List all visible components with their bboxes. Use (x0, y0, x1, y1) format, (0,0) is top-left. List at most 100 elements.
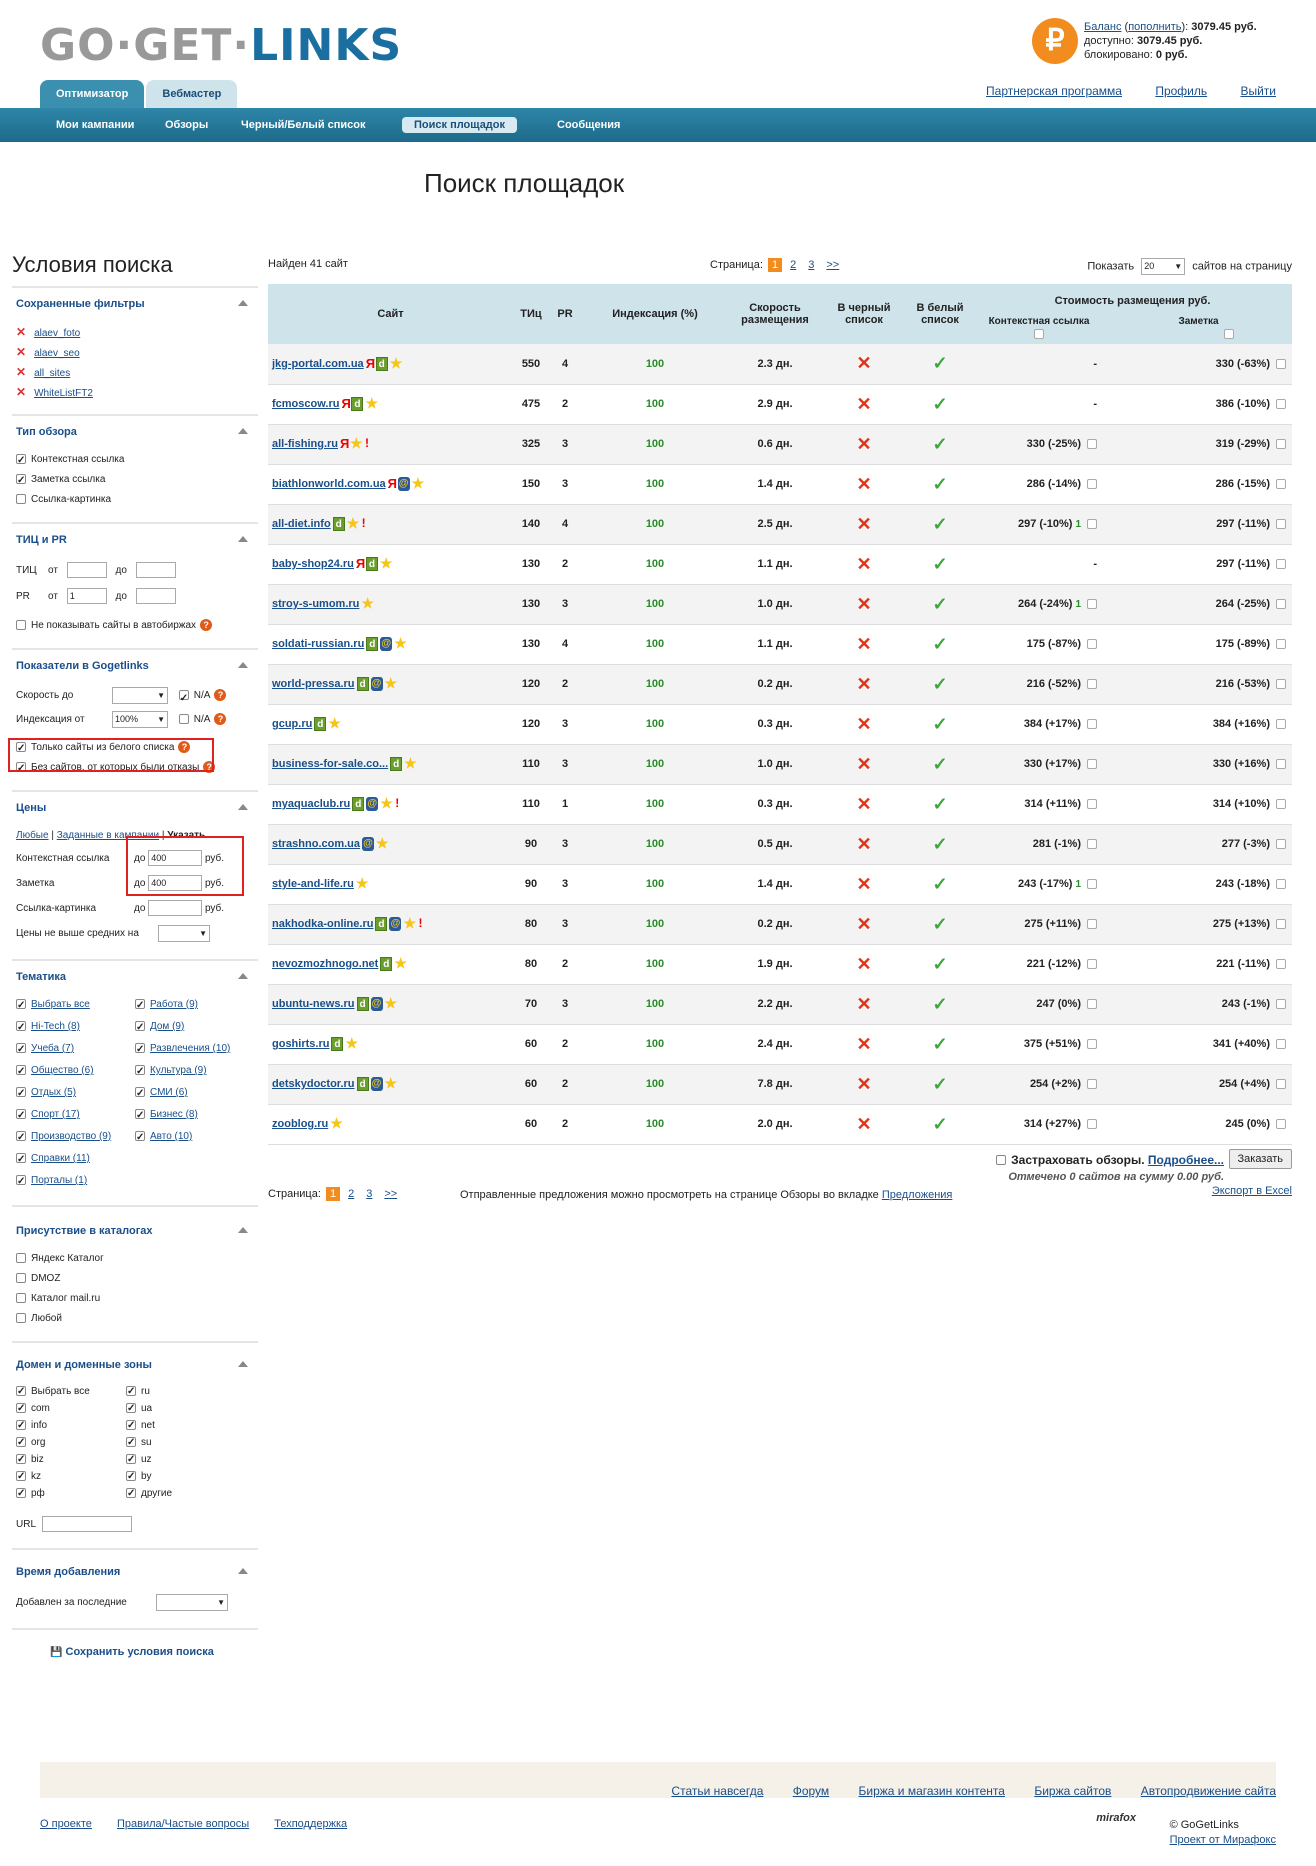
prices-header[interactable]: Цены (16, 802, 252, 814)
added-select[interactable] (156, 1593, 228, 1611)
export-excel-link[interactable]: Экспорт в Excel (1212, 1185, 1292, 1197)
checkbox[interactable] (16, 1084, 26, 1104)
page-link[interactable]: 1 (325, 1186, 341, 1201)
next-page-link[interactable]: >> (822, 258, 843, 272)
whitelist-check-icon[interactable]: ✓ (932, 714, 947, 734)
context-select-checkbox[interactable] (1087, 999, 1097, 1010)
rules-link[interactable]: Правила/Частые вопросы (117, 1818, 249, 1830)
checkbox[interactable] (126, 1468, 136, 1485)
context-select-checkbox[interactable] (1087, 959, 1097, 970)
insure-checkbox[interactable] (996, 1155, 1007, 1166)
checkbox[interactable] (126, 1417, 136, 1434)
note-select-checkbox[interactable] (1276, 959, 1286, 970)
checkbox[interactable] (16, 1383, 26, 1400)
checkbox[interactable] (16, 451, 26, 471)
context-select-checkbox[interactable] (1087, 919, 1097, 930)
project-link[interactable]: Проект от Мирафокс (1170, 1834, 1276, 1846)
col-site[interactable]: Сайт (268, 284, 513, 344)
topic-link[interactable]: Hi-Tech (8) (31, 1021, 80, 1032)
next-page-link[interactable]: >> (380, 1187, 401, 1201)
blacklist-x-icon[interactable]: ✕ (856, 634, 871, 654)
saved-filters-header[interactable]: Сохраненные фильтры (16, 298, 252, 310)
checkbox[interactable] (16, 1400, 26, 1417)
whitelist-check-icon[interactable]: ✓ (932, 994, 947, 1014)
topic-link[interactable]: Дом (9) (150, 1021, 184, 1032)
col-index[interactable]: Индексация (%) (581, 284, 729, 344)
tic-pr-header[interactable]: ТИЦ и PR (16, 534, 252, 546)
checkbox[interactable] (16, 1128, 26, 1148)
tic-to-input[interactable] (135, 562, 176, 579)
checkbox[interactable] (134, 1128, 145, 1148)
context-select-checkbox[interactable] (1087, 479, 1097, 490)
added-header[interactable]: Время добавления (16, 1566, 252, 1578)
save-search-button[interactable]: 💾 Сохранить условия поиска (12, 1630, 258, 1658)
collapse-icon[interactable] (238, 300, 248, 306)
context-select-checkbox[interactable] (1087, 799, 1097, 810)
topic-link[interactable]: Порталы (1) (31, 1175, 87, 1186)
whitelist-check-icon[interactable]: ✓ (932, 954, 947, 974)
blacklist-x-icon[interactable]: ✕ (856, 874, 871, 894)
checkbox[interactable] (16, 1313, 26, 1324)
nav-search-sites[interactable]: Поиск площадок (402, 117, 518, 133)
whitelist-check-icon[interactable]: ✓ (932, 794, 947, 814)
checkbox[interactable] (134, 1106, 145, 1126)
checkbox[interactable] (126, 1434, 136, 1451)
site-link[interactable]: style-and-life.ru (272, 878, 354, 890)
blacklist-x-icon[interactable]: ✕ (856, 994, 871, 1014)
checkbox[interactable] (126, 1485, 136, 1502)
checkbox[interactable] (126, 1451, 136, 1468)
whitelist-check-icon[interactable]: ✓ (932, 634, 947, 654)
checkbox[interactable] (16, 1018, 26, 1038)
blacklist-x-icon[interactable]: ✕ (856, 674, 871, 694)
context-select-checkbox[interactable] (1087, 519, 1097, 530)
delete-filter-icon[interactable]: ✕ (16, 345, 26, 359)
tab-webmaster[interactable]: Вебмастер (146, 80, 238, 108)
topup-link[interactable]: пополнить (1128, 21, 1181, 33)
tic-from-input[interactable] (66, 562, 107, 579)
saved-filter-link[interactable]: alaev_foto (34, 328, 80, 339)
whitelist-check-icon[interactable]: ✓ (932, 434, 947, 454)
about-link[interactable]: О проекте (40, 1818, 92, 1830)
checkbox[interactable] (126, 1400, 136, 1417)
blacklist-x-icon[interactable]: ✕ (856, 1034, 871, 1054)
saved-filter-link[interactable]: alaev_seo (34, 348, 80, 359)
blacklist-x-icon[interactable]: ✕ (856, 714, 871, 734)
blacklist-x-icon[interactable]: ✕ (856, 1074, 871, 1094)
note-select-checkbox[interactable] (1276, 559, 1286, 570)
site-link[interactable]: gcup.ru (272, 718, 312, 730)
site-link[interactable]: detskydoctor.ru (272, 1078, 355, 1090)
whitelist-check-icon[interactable]: ✓ (932, 353, 947, 373)
topics-header[interactable]: Тематика (16, 971, 252, 983)
footer-link[interactable]: Статьи навсегда (671, 1784, 763, 1798)
whitelist-check-icon[interactable]: ✓ (932, 914, 947, 934)
checkbox[interactable] (16, 494, 26, 505)
collapse-icon[interactable] (238, 428, 248, 434)
collapse-icon[interactable] (238, 662, 248, 668)
note-select-checkbox[interactable] (1276, 639, 1286, 650)
blacklist-x-icon[interactable]: ✕ (856, 353, 871, 373)
context-select-checkbox[interactable] (1087, 1079, 1097, 1090)
blacklist-x-icon[interactable]: ✕ (856, 594, 871, 614)
site-link[interactable]: ubuntu-news.ru (272, 998, 355, 1010)
delete-filter-icon[interactable]: ✕ (16, 325, 26, 339)
whitelist-check-icon[interactable]: ✓ (932, 474, 947, 494)
topic-link[interactable]: Производство (9) (31, 1131, 111, 1142)
topic-link[interactable]: Выбрать все (31, 999, 90, 1010)
footer-link[interactable]: Биржа сайтов (1034, 1784, 1111, 1798)
site-link[interactable]: business-for-sale.co... (272, 758, 388, 770)
checkbox[interactable] (126, 1383, 136, 1400)
site-link[interactable]: world-pressa.ru (272, 678, 355, 690)
checkbox[interactable] (178, 714, 189, 725)
topic-link[interactable]: Общество (6) (31, 1065, 94, 1076)
site-link[interactable]: nevozmozhnogo.net (272, 958, 378, 970)
whitelist-check-icon[interactable]: ✓ (932, 554, 947, 574)
note-select-checkbox[interactable] (1276, 719, 1286, 730)
context-select-checkbox[interactable] (1087, 719, 1097, 730)
site-link[interactable]: goshirts.ru (272, 1038, 329, 1050)
checkbox[interactable] (16, 1485, 26, 1502)
checkbox[interactable] (16, 1434, 26, 1451)
col-pr[interactable]: PR (549, 284, 581, 344)
site-link[interactable]: stroy-s-umom.ru (272, 598, 359, 610)
blacklist-x-icon[interactable]: ✕ (856, 954, 871, 974)
page-link[interactable]: 2 (344, 1187, 358, 1201)
